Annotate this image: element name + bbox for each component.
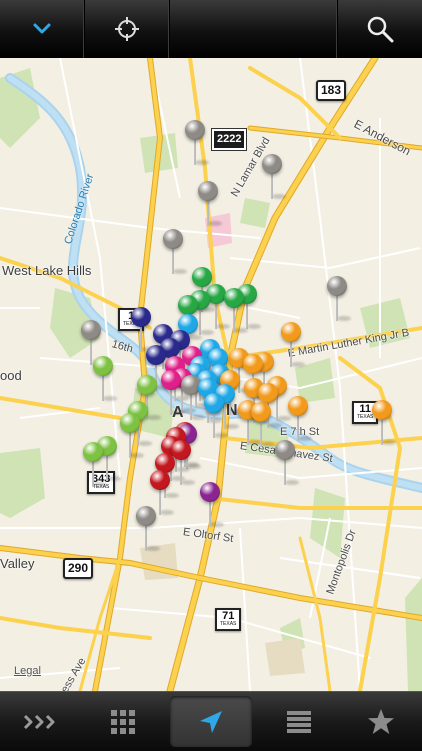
pin-head-icon: [83, 442, 103, 462]
map-pin-lime[interactable]: [93, 356, 117, 402]
pin-head-icon: [120, 413, 140, 433]
map-pin-gray[interactable]: [262, 154, 286, 200]
map-pin-gray[interactable]: [275, 440, 299, 486]
shield-71: 71 TEXAS: [215, 608, 242, 631]
shield-71-state: TEXAS: [220, 621, 237, 627]
pin-head-icon: [275, 440, 295, 460]
place-label-valley: Valley: [0, 556, 35, 571]
map-pin-orange[interactable]: [251, 402, 275, 448]
tab-list[interactable]: [258, 692, 340, 751]
pin-head-icon: [146, 345, 166, 365]
pin-head-icon: [178, 295, 198, 315]
map-pin-green[interactable]: [224, 288, 248, 334]
list-icon: [287, 710, 311, 733]
map-view[interactable]: West Lake Hills ood Valley A N N Lamar B…: [0, 58, 422, 691]
pin-head-icon: [224, 288, 244, 308]
pin-head-icon: [161, 370, 181, 390]
place-label-west-lake-hills: West Lake Hills: [2, 263, 92, 278]
pin-head-icon: [200, 482, 220, 502]
map-pin-orange[interactable]: [288, 396, 312, 442]
legal-link[interactable]: Legal: [14, 665, 41, 677]
pin-head-icon: [185, 120, 205, 140]
pin-head-icon: [258, 383, 278, 403]
map-pin-cyan[interactable]: [204, 393, 228, 439]
map-pin-orange[interactable]: [372, 400, 396, 446]
map-pin-purple[interactable]: [200, 482, 224, 528]
pin-head-icon: [372, 400, 392, 420]
star-icon: [368, 709, 394, 734]
place-label-partial: ood: [0, 368, 22, 383]
triple-chevron-right-icon: [23, 714, 55, 729]
chevron-down-icon: [33, 23, 51, 34]
shield-290: 290: [63, 558, 94, 579]
search-icon: [367, 16, 394, 43]
pin-head-icon: [131, 307, 151, 327]
tab-more[interactable]: [0, 692, 82, 751]
pin-head-icon: [327, 276, 347, 296]
pin-head-icon: [288, 396, 308, 416]
map-pin-gray[interactable]: [136, 506, 160, 552]
tab-grid[interactable]: [82, 692, 164, 751]
shield-183: 183: [316, 80, 347, 101]
map-pin-lime[interactable]: [120, 413, 144, 459]
pin-head-icon: [163, 229, 183, 249]
pin-head-icon: [136, 506, 156, 526]
map-pin-gray[interactable]: [198, 181, 222, 227]
pin-head-icon: [198, 181, 218, 201]
navigation-arrow-icon: [200, 710, 222, 733]
map-pin-lime[interactable]: [83, 442, 107, 488]
toolbar-spacer: [170, 0, 338, 58]
tab-map[interactable]: [170, 696, 252, 747]
map-pin-orange[interactable]: [281, 322, 305, 368]
pin-head-icon: [262, 154, 282, 174]
locate-button[interactable]: [85, 0, 170, 58]
bottom-tab-bar: [0, 691, 422, 751]
map-pin-gray[interactable]: [327, 276, 351, 322]
pin-head-icon: [93, 356, 113, 376]
pin-head-icon: [81, 320, 101, 340]
map-pin-gray[interactable]: [185, 120, 209, 166]
pin-head-icon: [137, 375, 157, 395]
pin-head-icon: [251, 402, 271, 422]
map-pin-magenta[interactable]: [161, 370, 185, 416]
tab-favorites[interactable]: [340, 692, 422, 751]
pin-head-icon: [281, 322, 301, 342]
shield-2222: 2222: [210, 128, 248, 151]
collapse-button[interactable]: [0, 0, 85, 58]
map-pin-gray[interactable]: [163, 229, 187, 275]
pin-head-icon: [204, 393, 224, 413]
shield-11-state: TEXAS: [357, 414, 374, 420]
top-toolbar: [0, 0, 422, 59]
grid-icon: [111, 709, 135, 734]
pin-head-icon: [150, 470, 170, 490]
pin-head-icon: [243, 354, 263, 374]
search-button[interactable]: [338, 0, 422, 58]
crosshair-icon: [115, 17, 139, 41]
